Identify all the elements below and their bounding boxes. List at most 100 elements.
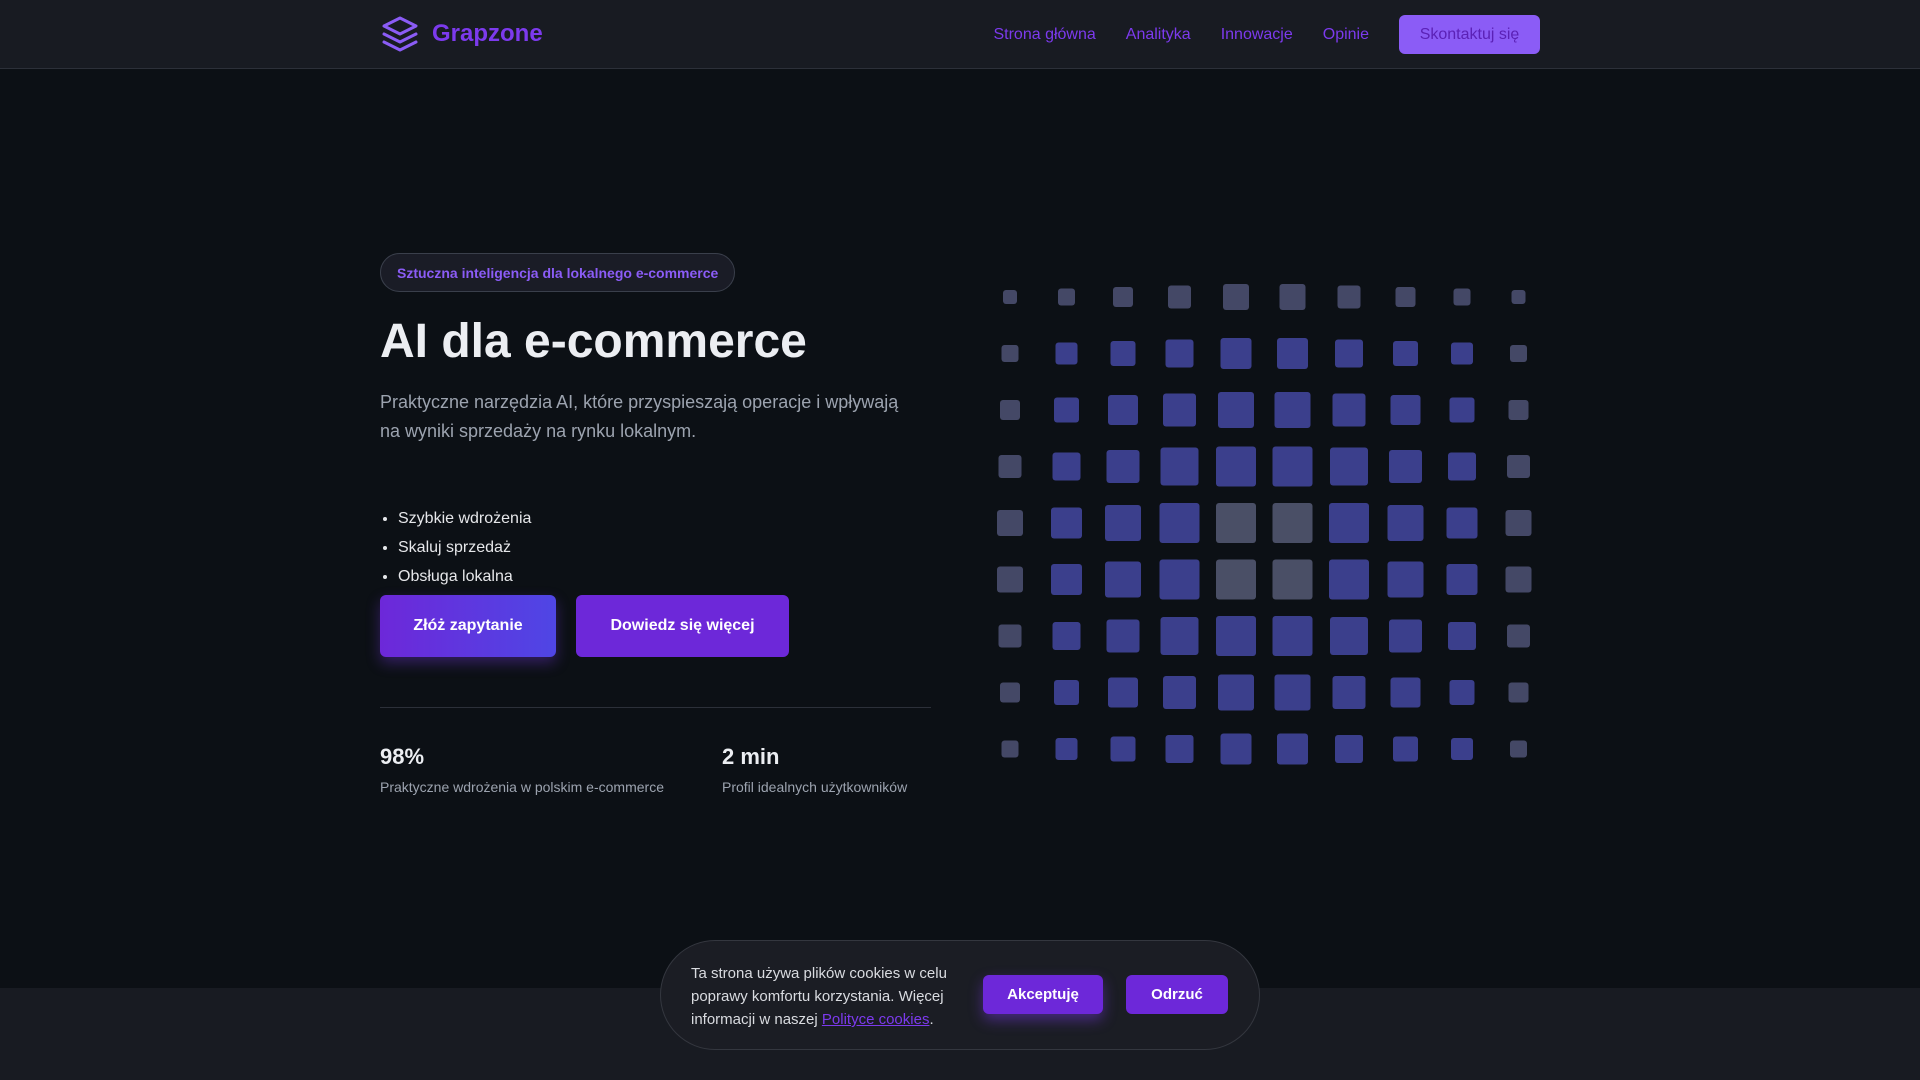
grid-tile [1216, 616, 1256, 656]
stat-label: Profil idealnych użytkowników [722, 779, 908, 795]
stat-value: 2 min [722, 744, 780, 769]
grid-tile [1274, 392, 1311, 428]
grid-tile [1105, 505, 1141, 541]
grid-tile [998, 455, 1022, 478]
stat-item: 2 min Profil idealnych użytkowników [722, 744, 907, 796]
top-navbar: Grapzone Strona główna Analityka Innowac… [0, 0, 1920, 69]
grid-tile [1337, 285, 1361, 309]
grid-tile [1329, 503, 1369, 543]
grid-tile [1000, 682, 1020, 703]
stat-item: 98% Praktyczne wdrożenia w polskim e-com… [380, 744, 722, 796]
hero-title: AI dla e-commerce [380, 315, 807, 368]
grid-tile [1216, 503, 1256, 543]
grid-tile [1106, 450, 1140, 483]
grid-tile [1507, 455, 1530, 478]
grid-tile [1332, 393, 1366, 427]
grid-tile [1389, 619, 1422, 653]
grid-tile [1451, 342, 1473, 365]
grid-tile [1510, 740, 1527, 758]
grid-tile [1448, 452, 1476, 481]
grid-tile [1505, 566, 1532, 593]
cookie-message: Ta strona używa plików cookies w celu po… [691, 962, 981, 1031]
cookie-policy-link[interactable]: Polityce cookies [822, 1011, 930, 1028]
hero-badge: Sztuczna inteligencja dla lokalnego e-co… [380, 253, 736, 292]
grid-tile [1395, 287, 1416, 307]
grid-tile [1001, 740, 1019, 758]
grid-tile [1003, 290, 1017, 304]
grid-tile [1329, 559, 1369, 600]
grid-tile [1448, 622, 1476, 650]
grid-tile [1332, 676, 1366, 709]
grid-tile [1163, 393, 1196, 427]
cookie-suffix: . [929, 1011, 934, 1028]
hero-section: Sztuczna inteligencja dla lokalnego e-co… [380, 253, 931, 796]
grid-tile [1446, 507, 1478, 539]
grid-tile [997, 510, 1023, 536]
grid-tile [1220, 733, 1252, 765]
grid-tile [1272, 616, 1313, 656]
grid-tile [1163, 676, 1196, 709]
grid-tile [1165, 339, 1194, 368]
contact-button[interactable]: Skontaktuj się [1399, 15, 1540, 54]
stat-value: 98% [380, 744, 425, 769]
grid-tile [1510, 345, 1527, 362]
grid-tile [1508, 682, 1529, 703]
grid-tile [1165, 735, 1194, 763]
grid-tile [1105, 561, 1141, 598]
grid-tile [1108, 677, 1138, 708]
nav-link-innovations[interactable]: Innowacje [1221, 26, 1293, 44]
grid-tile [1160, 447, 1199, 486]
grid-tile [1052, 622, 1081, 650]
nav-link-analytics[interactable]: Analityka [1126, 26, 1191, 44]
grid-tile [1220, 338, 1252, 369]
grid-tile [998, 624, 1022, 648]
grid-tile [1113, 287, 1133, 307]
inquiry-button[interactable]: Złóż zapytanie [380, 595, 556, 657]
grid-tile [1216, 446, 1256, 487]
grid-tile [1449, 680, 1475, 705]
grid-tile [1335, 339, 1363, 368]
grid-tile [1279, 284, 1306, 310]
grid-tile [997, 566, 1023, 593]
decorative-tile-grid [997, 284, 1532, 765]
grid-tile [1216, 559, 1256, 600]
nav-link-home[interactable]: Strona główna [993, 26, 1095, 44]
hero-description: Praktyczne narzędzia AI, które przyspies… [380, 392, 899, 441]
grid-tile [1055, 342, 1078, 365]
grid-tile [1272, 559, 1313, 600]
brand-logo[interactable]: Grapzone [380, 14, 543, 54]
grid-tile [1511, 290, 1526, 304]
grid-tile [1272, 503, 1313, 543]
stat-label: Praktyczne wdrożenia w polskim e-commerc… [380, 779, 664, 795]
grid-tile [1000, 400, 1020, 420]
grid-tile [1390, 677, 1421, 708]
grid-tile [1108, 395, 1138, 425]
grid-tile [1218, 674, 1254, 711]
grid-tile [1051, 564, 1082, 595]
grid-tile [1451, 738, 1473, 760]
nav-links: Strona główna Analityka Innowacje Opinie… [993, 15, 1540, 54]
learn-more-button[interactable]: Dowiedz się więcej [576, 595, 789, 657]
grid-tile [1272, 446, 1313, 487]
hero-actions: Złóż zapytanie Dowiedz się więcej [380, 595, 931, 657]
grid-tile [1446, 564, 1478, 595]
stats-row: 98% Praktyczne wdrożenia w polskim e-com… [380, 744, 931, 796]
grid-tile [1106, 619, 1140, 653]
grid-tile [1508, 400, 1529, 420]
hero-divider [380, 707, 931, 708]
grid-tile [1051, 507, 1082, 539]
grid-tile [1277, 733, 1308, 765]
grid-tile [1390, 395, 1421, 425]
cookie-accept-button[interactable]: Akceptuję [983, 975, 1103, 1014]
grid-tile [1159, 503, 1200, 543]
grid-tile [1507, 624, 1530, 648]
grid-tile [1505, 510, 1532, 536]
grid-tile [1387, 505, 1424, 541]
nav-link-reviews[interactable]: Opinie [1323, 26, 1369, 44]
grid-tile [1223, 284, 1249, 310]
grid-tile [1277, 338, 1308, 369]
brand-name: Grapzone [432, 20, 543, 47]
grid-tile [1110, 736, 1136, 762]
cookie-reject-button[interactable]: Odrzuć [1126, 975, 1228, 1014]
grid-tile [1054, 397, 1079, 423]
